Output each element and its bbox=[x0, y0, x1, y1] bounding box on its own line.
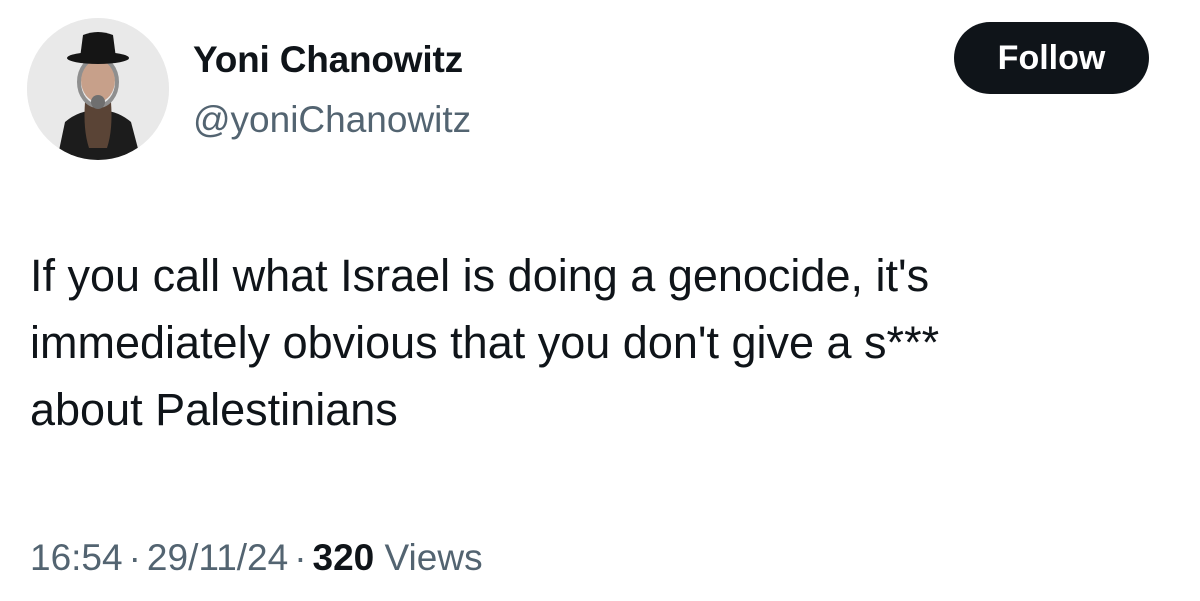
tweet-date[interactable]: 29/11/24 bbox=[147, 537, 288, 578]
meta-separator: · bbox=[294, 537, 307, 578]
tweet-card: Yoni Chanowitz @yoniChanowitz Follow If … bbox=[0, 0, 1200, 601]
author-display-name[interactable]: Yoni Chanowitz bbox=[193, 38, 463, 82]
views-label: Views bbox=[384, 537, 483, 578]
tweet-text-line: about Palestinians bbox=[30, 384, 398, 435]
meta-separator: · bbox=[128, 537, 141, 578]
tweet-text-line: immediately obvious that you don't give … bbox=[30, 317, 940, 368]
tweet-text: If you call what Israel is doing a genoc… bbox=[30, 242, 1170, 443]
avatar-image bbox=[27, 18, 169, 160]
author-avatar[interactable] bbox=[27, 18, 169, 160]
follow-button[interactable]: Follow bbox=[954, 22, 1149, 94]
tweet-time[interactable]: 16:54 bbox=[30, 537, 123, 578]
author-handle[interactable]: @yoniChanowitz bbox=[193, 98, 471, 142]
views-count[interactable]: 320 bbox=[313, 537, 375, 578]
tweet-meta: 16:54 · 29/11/24 · 320 Views bbox=[30, 533, 483, 583]
tweet-text-line: If you call what Israel is doing a genoc… bbox=[30, 250, 930, 301]
